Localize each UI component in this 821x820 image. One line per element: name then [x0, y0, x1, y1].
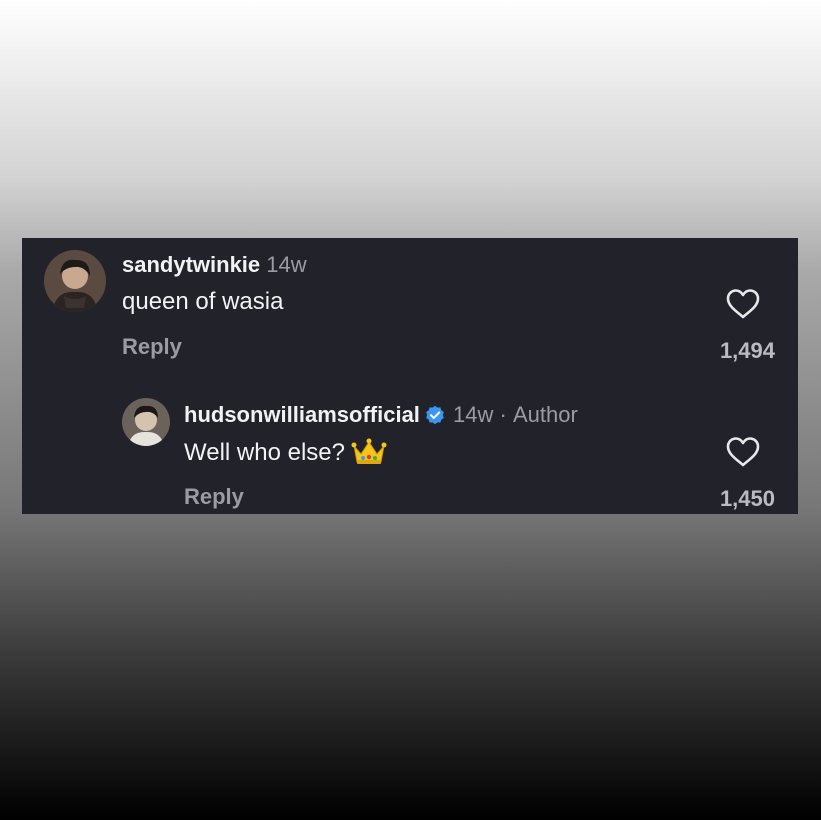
- author-label: Author: [512, 402, 578, 427]
- verified-badge-icon: [426, 405, 444, 425]
- heart-icon[interactable]: [726, 436, 760, 468]
- username-text[interactable]: sandytwinkie: [122, 252, 260, 277]
- comment-username[interactable]: hudsonwilliamsofficial 14w · Author: [184, 402, 578, 428]
- avatar[interactable]: [122, 398, 170, 446]
- comment-text: Well who else?: [184, 438, 387, 467]
- avatar[interactable]: [44, 250, 106, 312]
- comment-text-body: Well who else?: [184, 439, 345, 466]
- comment-sandytwinkie: sandytwinkie 14w queen of wasia Reply 1,…: [22, 238, 798, 378]
- meta-separator: ·: [499, 402, 507, 427]
- like-count: 1,450: [719, 486, 775, 511]
- comment-time: 14w: [453, 402, 494, 427]
- username-text[interactable]: hudsonwilliamsofficial: [184, 402, 420, 427]
- comment-username[interactable]: sandytwinkie 14w: [122, 252, 307, 278]
- comment-hudsonwilliamsofficial: hudsonwilliamsofficial 14w · Author Well…: [22, 388, 798, 514]
- comment-text: queen of wasia: [122, 288, 284, 315]
- heart-icon[interactable]: [726, 288, 760, 320]
- comments-panel: sandytwinkie 14w queen of wasia Reply 1,…: [22, 238, 798, 514]
- comment-time: 14w: [266, 252, 307, 277]
- reply-button[interactable]: Reply: [184, 484, 244, 510]
- reply-button[interactable]: Reply: [122, 334, 182, 360]
- like-count: 1,494: [719, 338, 775, 363]
- crown-emoji-icon: [351, 438, 387, 464]
